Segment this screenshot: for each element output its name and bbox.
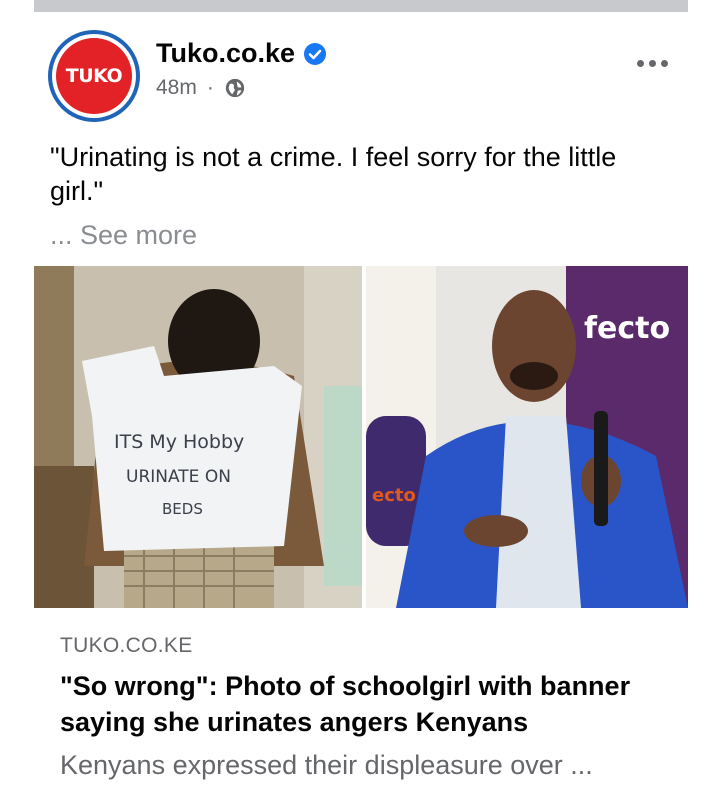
globe-icon [225,78,245,98]
stand-text: ecto [372,485,416,506]
schoolgirl-photo: ITS My Hobby URINATE ON BEDS [34,266,362,608]
link-preview[interactable]: TUKO.CO.KE "So wrong": Photo of schoolgi… [34,608,688,812]
post-image-left[interactable]: ITS My Hobby URINATE ON BEDS [34,266,362,608]
post-timestamp[interactable]: 48m [156,76,197,100]
post-meta: 48m · [156,76,246,100]
link-description: Kenyans expressed their displeasure over… [60,750,593,780]
speaker-photo: fecto ecto [366,266,688,608]
post-card: TUKO Tuko.co.ke 48m · "Urinating is not … [34,12,688,812]
banner-text: fecto [584,311,670,346]
see-more-link[interactable]: ... See more [50,220,197,251]
avatar-logo-text: TUKO [65,65,123,87]
link-domain: TUKO.CO.KE [60,634,193,657]
page-name[interactable]: Tuko.co.ke [156,38,295,69]
sign-line-1: ITS My Hobby [114,431,244,453]
previous-post-divider [34,0,688,12]
verified-badge-icon [304,42,327,65]
page-avatar[interactable]: TUKO [48,30,140,122]
page-name-row: Tuko.co.ke [156,38,327,69]
sign-line-3: BEDS [162,500,203,518]
post-image-right[interactable]: fecto ecto [366,266,688,608]
link-title[interactable]: "So wrong": Photo of schoolgirl with ban… [60,668,670,740]
sign-line-2: URINATE ON [126,467,231,487]
facebook-post-screen: TUKO Tuko.co.ke 48m · "Urinating is not … [0,0,720,812]
post-text: "Urinating is not a crime. I feel sorry … [50,142,617,206]
more-options-icon[interactable] [637,60,668,67]
meta-separator: · [206,76,214,99]
tuko-logo: TUKO [56,38,132,114]
